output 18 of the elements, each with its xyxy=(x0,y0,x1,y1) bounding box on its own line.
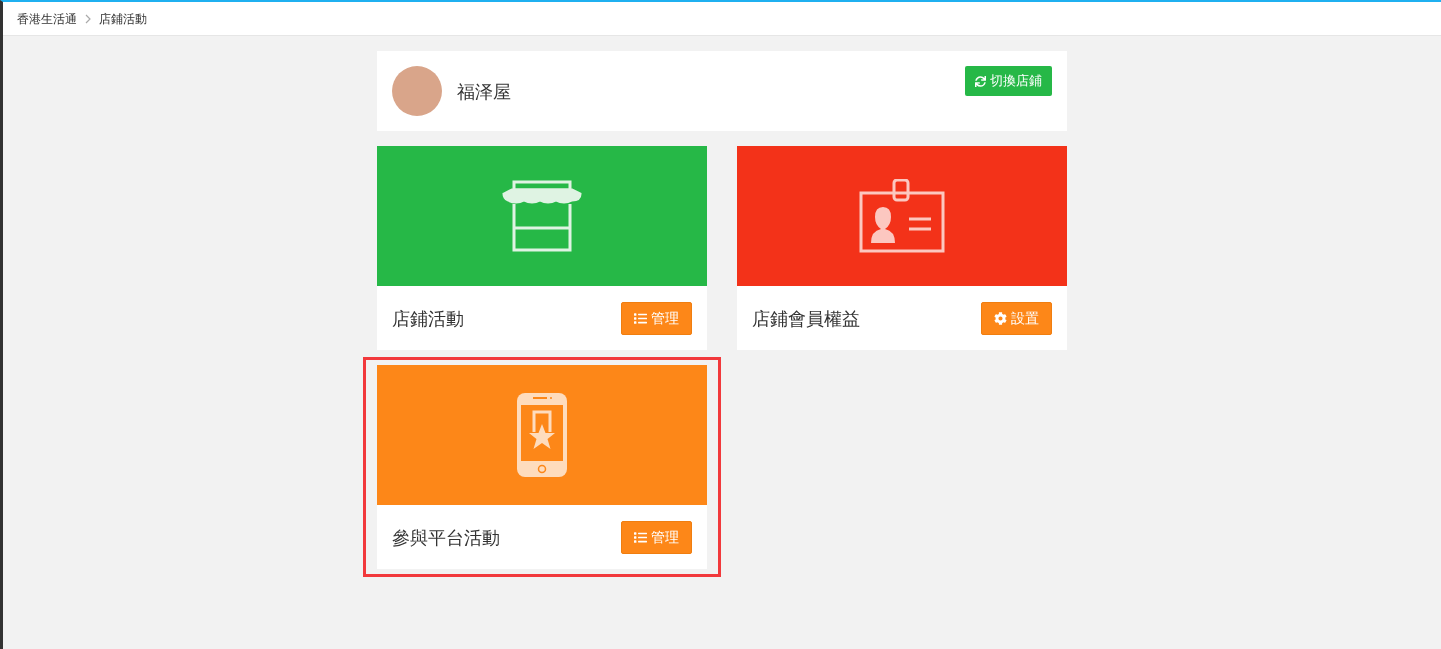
card-title: 店鋪活動 xyxy=(392,306,464,331)
switch-store-button[interactable]: 切換店鋪 xyxy=(965,66,1052,96)
list-icon xyxy=(634,311,647,325)
card-title: 店鋪會員權益 xyxy=(752,306,860,331)
chevron-right-icon xyxy=(85,13,91,24)
breadcrumb-link[interactable]: 香港生活通 xyxy=(17,9,77,28)
list-icon xyxy=(634,530,647,544)
photo-placeholder xyxy=(392,66,442,116)
card-title: 參與平台活動 xyxy=(392,525,500,550)
store-name: 福泽屋 xyxy=(457,79,511,104)
refresh-icon xyxy=(975,75,986,87)
id-badge-icon xyxy=(859,179,945,253)
card-action-button[interactable]: 設置 xyxy=(981,301,1052,335)
storefront-icon xyxy=(502,180,582,252)
settings-icon xyxy=(994,311,1007,325)
card-action-button[interactable]: 管理 xyxy=(621,520,692,554)
breadcrumb-link[interactable]: 店鋪活動 xyxy=(99,9,147,28)
card-action-button[interactable]: 管理 xyxy=(621,301,692,335)
